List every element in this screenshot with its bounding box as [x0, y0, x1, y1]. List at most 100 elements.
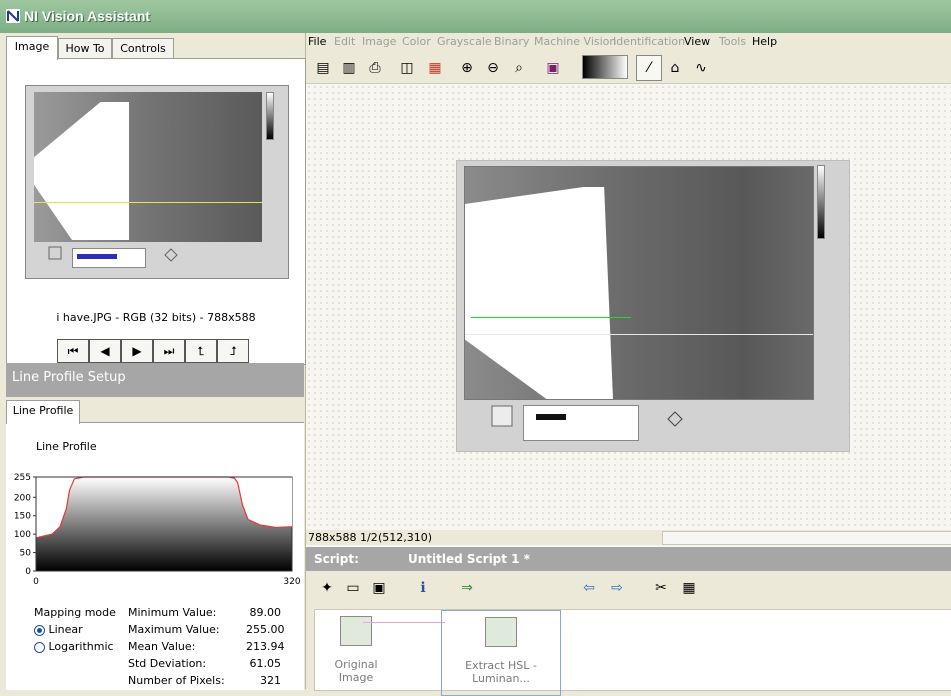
stat-label: Std Deviation: [128, 657, 207, 670]
viewer-pan-icon[interactable] [667, 411, 683, 427]
y-tick-label: 200 [14, 493, 31, 503]
viewer-zoom-tool-icon[interactable] [491, 405, 513, 427]
image-preview-panel: i have.JPG - RGB (32 bits) - 788x588 ⏮ ◀ ▶… [6, 58, 306, 365]
acquire-icon[interactable]: ◫ [394, 55, 420, 81]
tab-line-profile[interactable]: Line Profile [6, 400, 80, 424]
open-script-icon[interactable]: ▭ [340, 575, 366, 601]
step-extract-hsl[interactable]: Extract HSL - Luminan... [441, 610, 561, 696]
script-steps-area[interactable]: Original Image Extract HSL - Luminan... [314, 609, 951, 696]
thumb-grayscale-bar [266, 92, 274, 140]
line-profile-tab-strip: Line Profile [6, 397, 304, 424]
print-icon[interactable]: ⎙ [362, 55, 388, 81]
image-crosshair-line [465, 334, 813, 335]
menu-view[interactable]: View [684, 35, 710, 48]
x-tick-label: 0 [33, 577, 39, 587]
radio-linear[interactable]: Linear [34, 623, 83, 636]
y-tick-label: 100 [14, 530, 31, 540]
tab-image[interactable]: Image [6, 36, 58, 60]
menu-color[interactable]: Color [402, 35, 431, 48]
save-script-icon[interactable]: ▣ [366, 575, 392, 601]
thumb-pan-icon[interactable] [164, 248, 178, 262]
tab-how-to[interactable]: How To [58, 38, 112, 59]
stat-value: 89.00 [249, 606, 282, 619]
open-image-icon[interactable]: ▤ [310, 55, 336, 81]
menu-bar: File Edit Image Color Grayscale Binary Machine… [306, 33, 951, 50]
menu-binary[interactable]: Binary [494, 35, 529, 48]
menu-grayscale[interactable]: Grayscale [437, 35, 492, 48]
ni-logo-icon [6, 9, 20, 23]
cut-icon[interactable]: ✂ [648, 575, 674, 601]
y-tick-label: 150 [14, 512, 31, 522]
zoom-in-icon[interactable]: ⊕ [454, 55, 480, 81]
line-profile-chart: 0 50 100 150 200 255 0 320 [14, 473, 301, 587]
main-grayscale-bar [817, 165, 825, 239]
tab-controls[interactable]: Controls [112, 38, 174, 59]
menu-edit[interactable]: Edit [334, 35, 355, 48]
move-right-icon[interactable]: ⇨ [604, 575, 630, 601]
next-icon[interactable]: ▶ [121, 339, 153, 363]
menu-image[interactable]: Image [362, 35, 396, 48]
profile-line-main[interactable] [471, 317, 631, 318]
main-toolbar: ▤ ▥ ⎙ ◫ ▦ ⊕ ⊖ ⌕ ▣ ⁄ ⌂ ∿ [306, 51, 951, 84]
menu-identification[interactable]: Identification [613, 35, 685, 48]
run-once-icon[interactable]: ⇒ [454, 575, 480, 601]
right-panel: File Edit Image Color Grayscale Binary Machine… [306, 33, 951, 696]
window-title: NI Vision Assistant [24, 8, 151, 24]
menu-help[interactable]: Help [752, 35, 777, 48]
polyline-tool-icon[interactable]: ⌂ [662, 55, 688, 81]
image-file-info: i have.JPG - RGB (32 bits) - 788x588 [56, 311, 256, 324]
radio-logarithmic[interactable]: Logarithmic [34, 640, 114, 653]
step-label: Extract HSL - Luminan... [465, 659, 537, 685]
x-tick-label: 320 [283, 577, 300, 587]
move-left-icon[interactable]: ⇦ [576, 575, 602, 601]
grayscale-palette-bar[interactable] [582, 55, 628, 79]
grid-icon[interactable]: ▦ [422, 55, 448, 81]
menu-tools[interactable]: Tools [719, 35, 746, 48]
profile-line [34, 202, 262, 203]
paste-icon[interactable]: ▦ [676, 575, 702, 601]
radio-linear-icon[interactable] [34, 624, 45, 636]
zoom-out-icon[interactable]: ⊖ [480, 55, 506, 81]
palette-icon[interactable]: ▣ [540, 55, 566, 81]
script-title: Untitled Script 1 * [408, 552, 530, 566]
step-label: Original Image [334, 658, 378, 684]
image-workspace[interactable] [306, 84, 951, 562]
thumb-zoom-tool-icon[interactable] [48, 246, 62, 260]
thumbnail-viewer[interactable] [25, 85, 289, 279]
menu-file[interactable]: File [308, 35, 326, 48]
mapping-mode-label: Mapping mode [34, 606, 116, 619]
main-pixel-readout [523, 405, 639, 441]
line-profile-title: Line Profile [36, 440, 97, 453]
first-icon[interactable]: ⏮ [57, 339, 89, 363]
save-image-icon[interactable]: ▥ [336, 55, 362, 81]
zoom-1-1-icon[interactable]: ⌕ [506, 55, 532, 81]
up-icon[interactable]: ⮤ [185, 339, 217, 363]
stat-label: Number of Pixels: [128, 674, 225, 687]
line-tool-icon[interactable]: ⁄ [636, 55, 662, 81]
last-icon[interactable]: ⏭ [153, 339, 185, 363]
stat-label: Minimum Value: [128, 606, 217, 619]
main-image[interactable] [464, 166, 814, 400]
status-row: 788x588 1/2 (512,310) [306, 530, 951, 545]
script-label: Script: [314, 552, 359, 566]
horizontal-scrollbar[interactable] [662, 531, 951, 545]
script-toolbar: ✦ ▭ ▣ ℹ ⇒ ⇦ ⇨ ✂ ▦ [306, 571, 951, 607]
radio-logarithmic-icon[interactable] [34, 641, 45, 653]
extract-hsl-icon [485, 617, 517, 647]
new-script-icon[interactable]: ✦ [314, 575, 340, 601]
left-panel: Image How To Controls i have.JPG - RGB (… [0, 33, 306, 690]
stat-value: 213.94 [246, 640, 285, 653]
info-icon[interactable]: ℹ [410, 575, 436, 601]
step-original-image[interactable]: Original Image [321, 616, 391, 684]
main-image-viewer[interactable] [456, 160, 850, 452]
redo-icon[interactable]: ⮥ [217, 339, 249, 363]
step-connector [363, 622, 445, 623]
thumb-pixel-readout [72, 248, 146, 268]
original-image-icon [340, 616, 372, 646]
thumbnail-image[interactable] [34, 92, 262, 242]
prev-icon[interactable]: ◀ [89, 339, 121, 363]
stat-value: 61.05 [249, 657, 282, 670]
y-tick-label: 255 [14, 473, 31, 483]
freehand-tool-icon[interactable]: ∿ [688, 55, 714, 81]
menu-machine-vision[interactable]: Machine Vision [534, 35, 616, 48]
